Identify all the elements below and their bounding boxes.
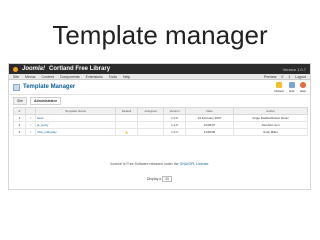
site-name: Cortland Free Library xyxy=(49,66,111,72)
joomla-logo: Joomla! xyxy=(22,66,46,72)
slide-title: Template manager xyxy=(52,20,268,50)
template-manager-icon xyxy=(13,83,20,91)
tab-administrator[interactable]: Administrator xyxy=(30,97,61,105)
row-assigned xyxy=(137,121,164,129)
template-table: # Template Name Default Assigned Version… xyxy=(13,107,308,136)
radio-icon: ○ xyxy=(29,123,32,127)
menu-components[interactable]: Components xyxy=(60,75,80,79)
row-date: 11/20/06 xyxy=(185,128,234,136)
menu-extensions[interactable]: Extensions xyxy=(86,75,103,79)
template-name-link[interactable]: beez xyxy=(35,114,116,122)
menu-site[interactable]: Site xyxy=(13,75,19,79)
joomla-admin-screenshot: Joomla! Cortland Free Library Version 1.… xyxy=(8,63,311,190)
menu-tools[interactable]: Tools xyxy=(109,75,117,79)
row-date: 12/26/07 xyxy=(185,121,234,129)
col-author: Author xyxy=(233,107,308,115)
row-number: 3 xyxy=(13,128,26,136)
menu-content[interactable]: Content xyxy=(42,75,54,79)
col-template-name[interactable]: Template Name xyxy=(35,107,116,115)
page-title: Template Manager xyxy=(23,84,76,90)
edit-button-label: Edit xyxy=(289,88,295,93)
users-count[interactable]: 1 xyxy=(288,75,290,79)
col-number: # xyxy=(13,107,26,115)
row-version: 1.0.0 xyxy=(163,114,186,122)
radio-icon: ○ xyxy=(29,130,32,134)
tab-site[interactable]: Site xyxy=(13,97,28,105)
toolbar-buttons: Default Edit Help xyxy=(274,81,306,93)
edit-icon xyxy=(288,81,295,88)
template-name-link[interactable]: ja_purity xyxy=(35,121,116,129)
col-select xyxy=(25,107,36,115)
footer-text: Joomla! is Free Software released under … xyxy=(109,162,179,166)
row-assigned xyxy=(137,114,164,122)
footer: Joomla! is Free Software released under … xyxy=(9,162,310,166)
menu-help[interactable]: Help xyxy=(123,75,130,79)
help-icon xyxy=(299,81,306,88)
client-tabs: Site Administrator xyxy=(9,97,310,105)
edit-button[interactable]: Edit xyxy=(288,81,295,93)
row-date: 19 February 2007 xyxy=(185,114,234,122)
row-number: 2 xyxy=(13,121,26,129)
template-name-link[interactable]: rhuk_milkyway xyxy=(35,128,116,136)
license-link[interactable]: GNU/GPL License. xyxy=(180,162,210,166)
row-author: Angie Radtke/Robert Deutz xyxy=(233,114,308,122)
menu-right-group: Preview 0 1 Logout xyxy=(264,75,306,79)
col-default: Default xyxy=(115,107,138,115)
default-star-icon: ★ xyxy=(115,128,138,136)
col-assigned: Assigned xyxy=(137,107,164,115)
table-row: 1 ○ beez 1.0.0 19 February 2007 Angie Ra… xyxy=(13,114,308,122)
display-limit-select[interactable]: 20 xyxy=(162,176,173,182)
table-header-row: # Template Name Default Assigned Version… xyxy=(13,107,308,115)
logout-link[interactable]: Logout xyxy=(295,75,306,79)
row-assigned xyxy=(137,128,164,136)
version-label: Version 1.0.7 xyxy=(282,66,306,72)
radio-icon: ○ xyxy=(29,116,32,120)
help-button-label: Help xyxy=(299,88,306,93)
row-default xyxy=(115,114,138,122)
row-version: 1.2.0 xyxy=(163,121,186,129)
row-radio[interactable]: ○ xyxy=(25,128,36,136)
display-label: Display # xyxy=(146,177,162,181)
row-radio[interactable]: ○ xyxy=(25,114,36,122)
row-author: JoomlArt.com xyxy=(233,121,308,129)
default-button[interactable]: Default xyxy=(274,81,284,93)
star-icon xyxy=(276,81,283,88)
preview-link[interactable]: Preview xyxy=(264,75,276,79)
table-row: 3 ○ rhuk_milkyway ★ 1.0.2 11/20/06 Andy … xyxy=(13,128,308,136)
row-default xyxy=(115,121,138,129)
menu-menus[interactable]: Menus xyxy=(25,75,36,79)
messages-count[interactable]: 0 xyxy=(281,75,283,79)
joomla-logo-icon xyxy=(13,66,18,72)
admin-header: Joomla! Cortland Free Library Version 1.… xyxy=(9,64,310,74)
help-button[interactable]: Help xyxy=(299,81,306,93)
col-date: Date xyxy=(185,107,234,115)
table-row: 2 ○ ja_purity 1.2.0 12/26/07 JoomlArt.co… xyxy=(13,121,308,129)
col-version: Version xyxy=(163,107,186,115)
row-version: 1.0.2 xyxy=(163,128,186,136)
row-author: Andy Miller xyxy=(233,128,308,136)
default-button-label: Default xyxy=(274,88,284,93)
row-radio[interactable]: ○ xyxy=(25,121,36,129)
toolbar: Template Manager Default Edit Help xyxy=(9,80,310,95)
display-limit: Display # 20 xyxy=(9,176,310,182)
row-number: 1 xyxy=(13,114,26,122)
